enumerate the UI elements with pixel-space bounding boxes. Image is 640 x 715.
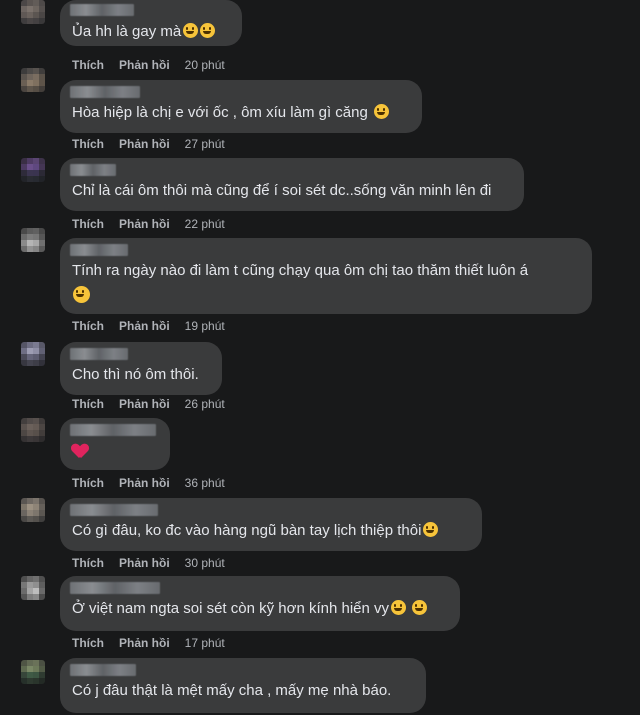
comment-bubble: Có j đâu thật là mệt mấy cha , mấy mẹ nh… bbox=[60, 658, 426, 713]
smile-emoji bbox=[73, 286, 90, 303]
reply-button[interactable]: Phản hồi bbox=[119, 397, 170, 411]
comment-bubble: Ở việt nam ngta soi sét còn kỹ hơn kính … bbox=[60, 576, 460, 631]
like-button[interactable]: Thích bbox=[72, 397, 104, 411]
reply-button[interactable]: Phản hồi bbox=[119, 476, 170, 490]
like-button[interactable]: Thích bbox=[72, 58, 104, 72]
author-name[interactable] bbox=[70, 244, 128, 256]
reply-button[interactable]: Phản hồi bbox=[119, 58, 170, 72]
relieved-emoji bbox=[412, 600, 428, 615]
comment-actions: Thích Phản hồi 26 phút bbox=[72, 397, 225, 411]
avatar[interactable] bbox=[21, 498, 45, 522]
avatar[interactable] bbox=[21, 418, 45, 442]
avatar[interactable] bbox=[21, 0, 45, 24]
author-name[interactable] bbox=[70, 4, 134, 16]
grin-emoji bbox=[200, 23, 216, 38]
comment-bubble: Có gì đâu, ko đc vào hàng ngũ bàn tay lị… bbox=[60, 498, 482, 551]
like-button[interactable]: Thích bbox=[72, 217, 104, 231]
avatar[interactable] bbox=[21, 228, 45, 252]
heart-icon bbox=[72, 443, 88, 459]
author-name[interactable] bbox=[70, 164, 116, 176]
comment-time[interactable]: 17 phút bbox=[185, 636, 225, 650]
comment-time[interactable]: 30 phút bbox=[185, 556, 225, 570]
like-button[interactable]: Thích bbox=[72, 556, 104, 570]
author-name[interactable] bbox=[70, 348, 128, 360]
like-button[interactable]: Thích bbox=[72, 636, 104, 650]
comment-text: Hòa hiệp là chị e với ốc , ôm xíu làm gì… bbox=[72, 104, 368, 121]
avatar[interactable] bbox=[21, 576, 45, 600]
author-name[interactable] bbox=[70, 664, 136, 676]
grimace-emoji bbox=[373, 104, 389, 119]
comment-text: Tính ra ngày nào đi làm t cũng chạy qua … bbox=[72, 262, 529, 279]
comment-actions: Thích Phản hồi 36 phút bbox=[72, 476, 225, 490]
author-name[interactable] bbox=[70, 582, 160, 594]
reply-button[interactable]: Phản hồi bbox=[119, 137, 170, 151]
reply-button[interactable]: Phản hồi bbox=[119, 319, 170, 333]
comment-time[interactable]: 36 phút bbox=[185, 476, 225, 490]
comment-bubble bbox=[60, 418, 170, 470]
comment-text: Chỉ là cái ôm thôi mà cũng để í soi sét … bbox=[72, 182, 492, 199]
like-button[interactable]: Thích bbox=[72, 319, 104, 333]
reply-button[interactable]: Phản hồi bbox=[119, 217, 170, 231]
like-button[interactable]: Thích bbox=[72, 137, 104, 151]
author-name[interactable] bbox=[70, 424, 156, 436]
avatar[interactable] bbox=[21, 342, 45, 366]
author-name[interactable] bbox=[70, 504, 158, 516]
grin-emoji bbox=[183, 23, 199, 38]
comment-actions: Thích Phản hồi 19 phút bbox=[72, 319, 225, 333]
comment-bubble: Cho thì nó ôm thôi. bbox=[60, 342, 222, 395]
avatar[interactable] bbox=[21, 158, 45, 182]
comment-text: Ủa hh là gay mà bbox=[72, 23, 182, 40]
comment-time[interactable]: 27 phút bbox=[185, 137, 225, 151]
like-button[interactable]: Thích bbox=[72, 476, 104, 490]
avatar[interactable] bbox=[21, 660, 45, 684]
comment-time[interactable]: 20 phút bbox=[185, 58, 225, 72]
author-name[interactable] bbox=[70, 86, 140, 98]
comment-text: Cho thì nó ôm thôi. bbox=[72, 366, 199, 383]
reply-button[interactable]: Phản hồi bbox=[119, 636, 170, 650]
comment-time[interactable]: 22 phút bbox=[185, 217, 225, 231]
comment-text: Có gì đâu, ko đc vào hàng ngũ bàn tay lị… bbox=[72, 522, 422, 539]
laugh-cry-emoji bbox=[423, 522, 439, 537]
avatar[interactable] bbox=[21, 68, 45, 92]
comment-bubble: Tính ra ngày nào đi làm t cũng chạy qua … bbox=[60, 238, 592, 314]
comment-actions: Thích Phản hồi 17 phút bbox=[72, 636, 225, 650]
comment-time[interactable]: 26 phút bbox=[185, 397, 225, 411]
comment-bubble: Hòa hiệp là chị e với ốc , ôm xíu làm gì… bbox=[60, 80, 422, 133]
comment-time[interactable]: 19 phút bbox=[185, 319, 225, 333]
relieved-emoji bbox=[391, 600, 407, 615]
comment-actions: Thích Phản hồi 20 phút bbox=[72, 58, 225, 72]
comment-text: Ở việt nam ngta soi sét còn kỹ hơn kính … bbox=[72, 600, 390, 617]
comment-bubble: Ủa hh là gay mà bbox=[60, 0, 242, 46]
comment-actions: Thích Phản hồi 22 phút bbox=[72, 217, 225, 231]
comment-text: Có j đâu thật là mệt mấy cha , mấy mẹ nh… bbox=[72, 682, 392, 699]
comment-actions: Thích Phản hồi 30 phút bbox=[72, 556, 225, 570]
comment-actions: Thích Phản hồi 27 phút bbox=[72, 137, 225, 151]
comment-bubble: Chỉ là cái ôm thôi mà cũng để í soi sét … bbox=[60, 158, 524, 211]
reply-button[interactable]: Phản hồi bbox=[119, 556, 170, 570]
